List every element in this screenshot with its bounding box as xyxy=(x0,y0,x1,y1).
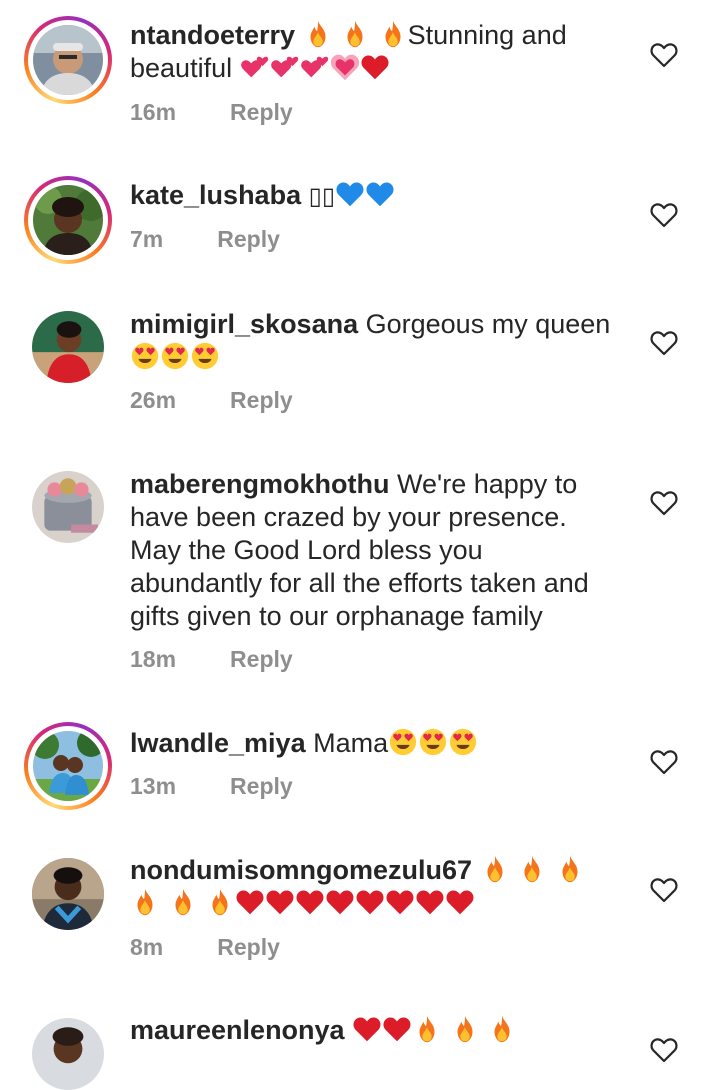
username[interactable]: ntandoeterry xyxy=(130,20,295,50)
reply-button[interactable]: Reply xyxy=(230,773,293,800)
reply-button[interactable]: Reply xyxy=(230,387,293,414)
like-heart-icon[interactable] xyxy=(650,1037,678,1063)
timestamp: 16m xyxy=(130,99,177,125)
timestamp: 26m xyxy=(130,387,177,413)
comment-text: ntandoeterry Stunning and beautiful xyxy=(130,19,620,85)
like-heart-icon[interactable] xyxy=(650,877,678,903)
comment-message: Mama xyxy=(313,728,389,758)
reply-button[interactable]: Reply xyxy=(230,646,293,673)
avatar[interactable] xyxy=(32,1018,104,1090)
like-heart-icon[interactable] xyxy=(650,42,678,68)
timestamp: 18m xyxy=(130,646,177,672)
person-avatar-icon xyxy=(32,858,104,930)
comment-text: lwandle_miya Mama xyxy=(130,727,620,760)
emoji-row xyxy=(240,53,390,83)
comment-meta: 26m Reply xyxy=(130,387,293,414)
timestamp: 13m xyxy=(130,773,177,799)
like-heart-icon[interactable] xyxy=(650,490,678,516)
avatar[interactable] xyxy=(24,722,112,810)
avatar[interactable] xyxy=(32,311,104,383)
comment-message: Gorgeous my queen xyxy=(365,309,611,339)
cake-avatar-icon xyxy=(32,471,104,543)
like-heart-icon[interactable] xyxy=(650,749,678,775)
timestamp: 7m xyxy=(130,226,164,252)
username[interactable]: maureenlenonya xyxy=(130,1015,345,1045)
fire-emoji xyxy=(412,1015,517,1045)
avatar[interactable] xyxy=(32,858,104,930)
like-heart-icon[interactable] xyxy=(650,330,678,356)
person-avatar-icon xyxy=(33,731,103,801)
fire-emoji xyxy=(303,20,408,50)
person-avatar-icon xyxy=(33,25,103,95)
comment-text: maureenlenonya xyxy=(130,1014,620,1047)
red-heart-emoji xyxy=(235,888,475,918)
timestamp: 8m xyxy=(130,934,164,960)
person-avatar-icon xyxy=(32,311,104,383)
red-heart-emoji xyxy=(352,1015,412,1045)
person-avatar-icon xyxy=(32,1018,104,1090)
comment-meta: 13m Reply xyxy=(130,773,293,800)
comment-text: kate_lushaba ▯▯ xyxy=(130,179,620,213)
comment-meta: 7m Reply xyxy=(130,226,280,253)
comment-text: nondumisomngomezulu67 xyxy=(130,854,620,920)
like-heart-icon[interactable] xyxy=(650,202,678,228)
person-avatar-icon xyxy=(33,185,103,255)
avatar[interactable] xyxy=(24,16,112,104)
comment-meta: 18m Reply xyxy=(130,646,293,673)
unsupported-glyphs: ▯▯ xyxy=(308,182,336,210)
heart-eyes-emoji xyxy=(130,342,220,372)
comment-meta: 16m Reply xyxy=(130,99,293,126)
username[interactable]: kate_lushaba xyxy=(130,180,301,210)
comment-text: mimigirl_skosana Gorgeous my queen xyxy=(130,308,620,374)
blue-heart-emoji xyxy=(335,180,395,210)
reply-button[interactable]: Reply xyxy=(217,934,280,961)
username[interactable]: lwandle_miya xyxy=(130,728,306,758)
reply-button[interactable]: Reply xyxy=(217,226,280,253)
avatar[interactable] xyxy=(24,176,112,264)
username[interactable]: maberengmokhothu xyxy=(130,469,390,499)
reply-button[interactable]: Reply xyxy=(230,99,293,126)
comment-meta: 8m Reply xyxy=(130,934,280,961)
heart-eyes-emoji xyxy=(388,728,478,758)
comment-text: maberengmokhothu We're happy to have bee… xyxy=(130,468,620,633)
username[interactable]: nondumisomngomezulu67 xyxy=(130,855,472,885)
avatar[interactable] xyxy=(32,471,104,543)
username[interactable]: mimigirl_skosana xyxy=(130,309,358,339)
